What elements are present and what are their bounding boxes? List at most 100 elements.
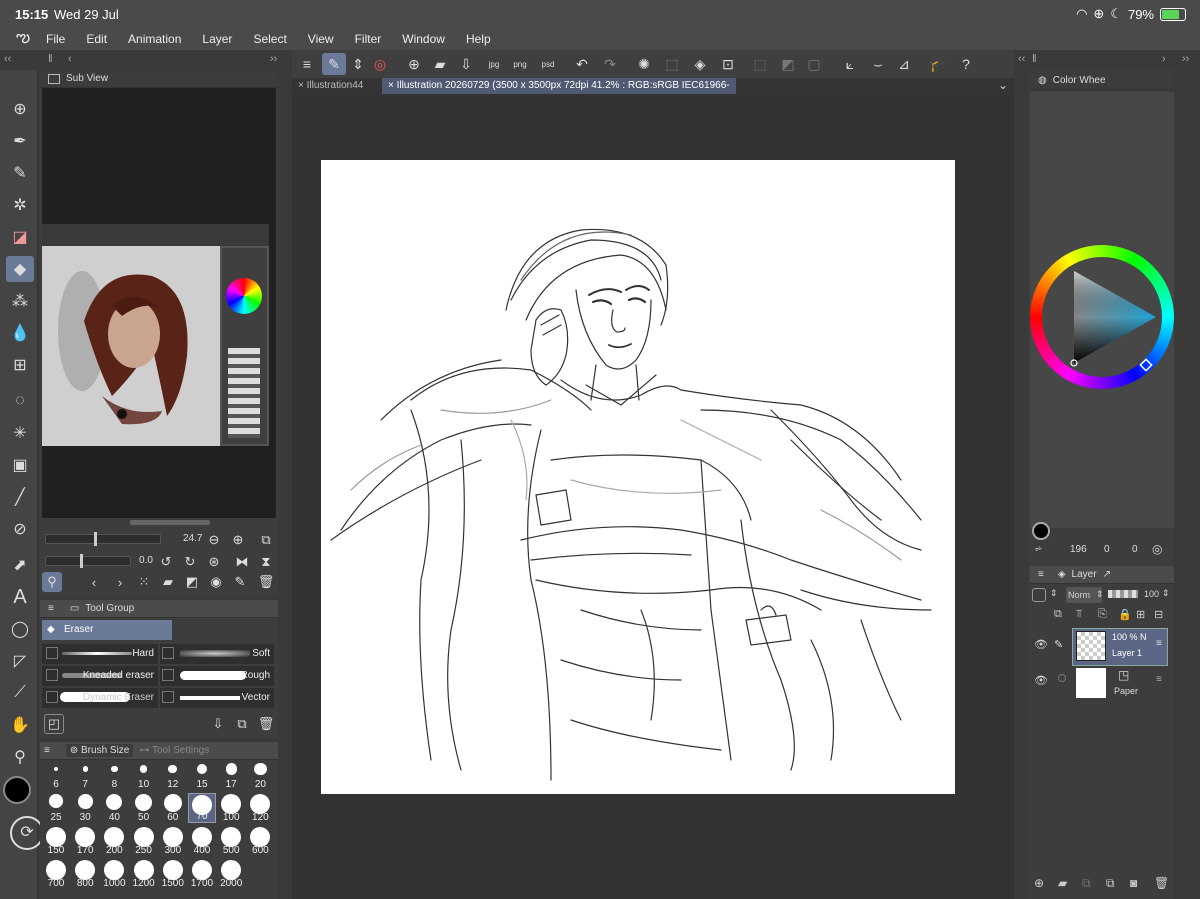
tab-illustration44[interactable]: × Illustration44	[292, 78, 380, 94]
lock-layer-icon[interactable]: 🔒	[1118, 608, 1132, 621]
tab-illustration-20260729[interactable]: × Illustration 20260729 (3500 x 3500px 7…	[382, 78, 736, 107]
grid-tool-icon[interactable]: ⊞	[6, 352, 34, 378]
layer-grip-icon[interactable]: ≡	[1156, 638, 1162, 649]
loading-icon[interactable]: ✺	[632, 53, 656, 75]
panel-menu-icon[interactable]: ≡	[1038, 569, 1044, 580]
brush-size-7[interactable]: 7	[71, 760, 99, 790]
draft-layer-icon[interactable]: ⎘	[1098, 608, 1107, 621]
lock-transparency-icon[interactable]: ⊞	[1136, 608, 1145, 621]
transfer-down-icon[interactable]: ⧉	[1082, 876, 1091, 891]
brush-size-700[interactable]: 700	[42, 859, 70, 889]
redo-icon[interactable]: ↷	[598, 53, 622, 75]
open-icon[interactable]: ▰	[428, 53, 452, 75]
quick-access-icon[interactable]: ⟳	[10, 816, 44, 850]
brush-size-20[interactable]: 20	[246, 760, 274, 790]
brush-checkbox[interactable]	[46, 669, 58, 681]
layer-lock-toggle[interactable]	[1032, 588, 1046, 602]
menu-filter[interactable]: Filter	[355, 32, 382, 46]
invert-selection-icon[interactable]: ◩	[776, 53, 800, 75]
clip-layer-icon[interactable]: ⧉	[1054, 608, 1062, 621]
main-color-swatch[interactable]	[3, 776, 31, 804]
save-icon[interactable]: ⇩	[454, 53, 478, 75]
prev-image-icon[interactable]: ‹	[84, 572, 104, 592]
zoom-in-icon[interactable]: ⊕	[228, 530, 248, 550]
clip-studio-icon[interactable]: ◎	[368, 53, 392, 75]
expand-far-right-icon[interactable]: ››	[1182, 53, 1189, 65]
blend-drop-icon[interactable]: 💧	[6, 320, 34, 346]
brush-size-120[interactable]: 120	[246, 793, 274, 823]
mask-icon[interactable]: ⊟	[1154, 608, 1163, 621]
reorder-icon[interactable]: ⇕	[346, 53, 370, 75]
menu-animation[interactable]: Animation	[128, 32, 181, 46]
export-png-icon[interactable]: png	[508, 53, 532, 75]
menu-help[interactable]: Help	[466, 32, 491, 46]
panel-menu-icon[interactable]: ≡	[48, 603, 54, 614]
brush-size-25[interactable]: 25	[42, 793, 70, 823]
menu-layer[interactable]: Layer	[202, 32, 232, 46]
correct-line-icon[interactable]: ⟋	[6, 680, 34, 706]
selection-border-icon[interactable]: ▢	[802, 53, 826, 75]
layer-row-layer1[interactable]: 👁 ✎ 100 % N Layer 1 ≡	[1030, 628, 1170, 666]
pencil-icon[interactable]: ✎	[6, 160, 34, 186]
eyedropper-icon[interactable]: ⚲	[42, 572, 62, 592]
tab-tool-settings[interactable]: ⊶ Tool Settings	[139, 745, 209, 756]
flip-horizontal-icon[interactable]: ⧓	[232, 552, 252, 572]
menu-select[interactable]: Select	[253, 32, 286, 46]
edit-icon[interactable]: ✎	[230, 572, 250, 592]
reference-layer-icon[interactable]: ⫪	[1076, 608, 1082, 621]
brush-size-40[interactable]: 40	[100, 793, 128, 823]
brush-item-hard[interactable]: Hard	[42, 644, 158, 664]
eyedropper-tool-icon[interactable]: ⚲	[6, 744, 34, 770]
import-image-icon[interactable]: ◩	[182, 572, 202, 592]
magic-wand-icon[interactable]: ✳	[6, 420, 34, 446]
dock-right-arrow-icon[interactable]: ›	[1162, 53, 1166, 65]
hand-icon[interactable]: ✋	[6, 712, 34, 738]
blend-mode-spin-icon[interactable]: ⇕	[1096, 589, 1104, 600]
help-icon[interactable]: ?	[954, 53, 978, 75]
layer-mask-icon[interactable]: ◙	[1130, 876, 1137, 890]
eraser-tool-icon[interactable]: ◆	[6, 256, 34, 282]
visibility-eye-icon[interactable]: 👁	[1034, 674, 1048, 687]
brush-item-rough[interactable]: Rough	[160, 666, 274, 686]
ruler-snap-icon[interactable]: ⟀	[838, 53, 862, 75]
zoom-slider[interactable]	[45, 532, 161, 546]
brush-size-1000[interactable]: 1000	[100, 859, 128, 889]
brush-item-kneaded-eraser[interactable]: Kneaded eraser	[42, 666, 158, 686]
menu-window[interactable]: Window	[402, 32, 445, 46]
duplicate-brush-icon[interactable]: ⧉	[232, 714, 252, 734]
fit-icon[interactable]: ⧉	[256, 530, 276, 550]
brush-size-400[interactable]: 400	[188, 826, 216, 856]
collapse-left-icon[interactable]: ‹‹	[4, 53, 11, 65]
camera-icon[interactable]: ◉	[206, 572, 226, 592]
brush-checkbox[interactable]	[162, 669, 174, 681]
import-brush-icon[interactable]: ⇩	[208, 714, 228, 734]
brush-gear-icon[interactable]: ✲	[6, 192, 34, 218]
pen-icon[interactable]: ✒	[6, 128, 34, 154]
brush-size-15[interactable]: 15	[188, 760, 216, 790]
brush-size-500[interactable]: 500	[217, 826, 245, 856]
app-logo-icon[interactable]: ఌ	[0, 28, 46, 50]
perspective-snap-icon[interactable]: ⊿	[892, 53, 916, 75]
line-icon[interactable]: ╱	[6, 484, 34, 510]
undo-icon[interactable]: ↶	[570, 53, 594, 75]
zoom-slider-handle[interactable]	[94, 532, 97, 546]
brush-size-150[interactable]: 150	[42, 826, 70, 856]
brush-item-vector[interactable]: Vector	[160, 688, 274, 708]
brush-checkbox[interactable]	[162, 691, 174, 703]
grid-view-icon[interactable]: ⁙	[134, 572, 154, 592]
visibility-eye-icon[interactable]: 👁	[1034, 638, 1048, 651]
new-file-icon[interactable]: ⊕	[402, 53, 426, 75]
airbrush-icon[interactable]: ⁂	[6, 288, 34, 314]
color-mode-icon[interactable]: ⩫	[1034, 544, 1042, 555]
reset-rotate-icon[interactable]: ⊛	[204, 552, 224, 572]
brush-checkbox[interactable]	[46, 647, 58, 659]
opacity-spin-icon[interactable]: ⇕	[1162, 588, 1170, 599]
expand-right-icon[interactable]: ››	[270, 53, 277, 65]
layer-grip-icon[interactable]: ≡	[1156, 674, 1162, 685]
brush-checkbox[interactable]	[162, 647, 174, 659]
current-color-swatch[interactable]	[1032, 522, 1050, 540]
panel-menu-icon[interactable]: ≡	[44, 745, 50, 756]
transform-icon[interactable]: ⊡	[716, 53, 740, 75]
delete-subview-icon[interactable]: 🗑	[256, 572, 276, 592]
brush-size-6[interactable]: 6	[42, 760, 70, 790]
